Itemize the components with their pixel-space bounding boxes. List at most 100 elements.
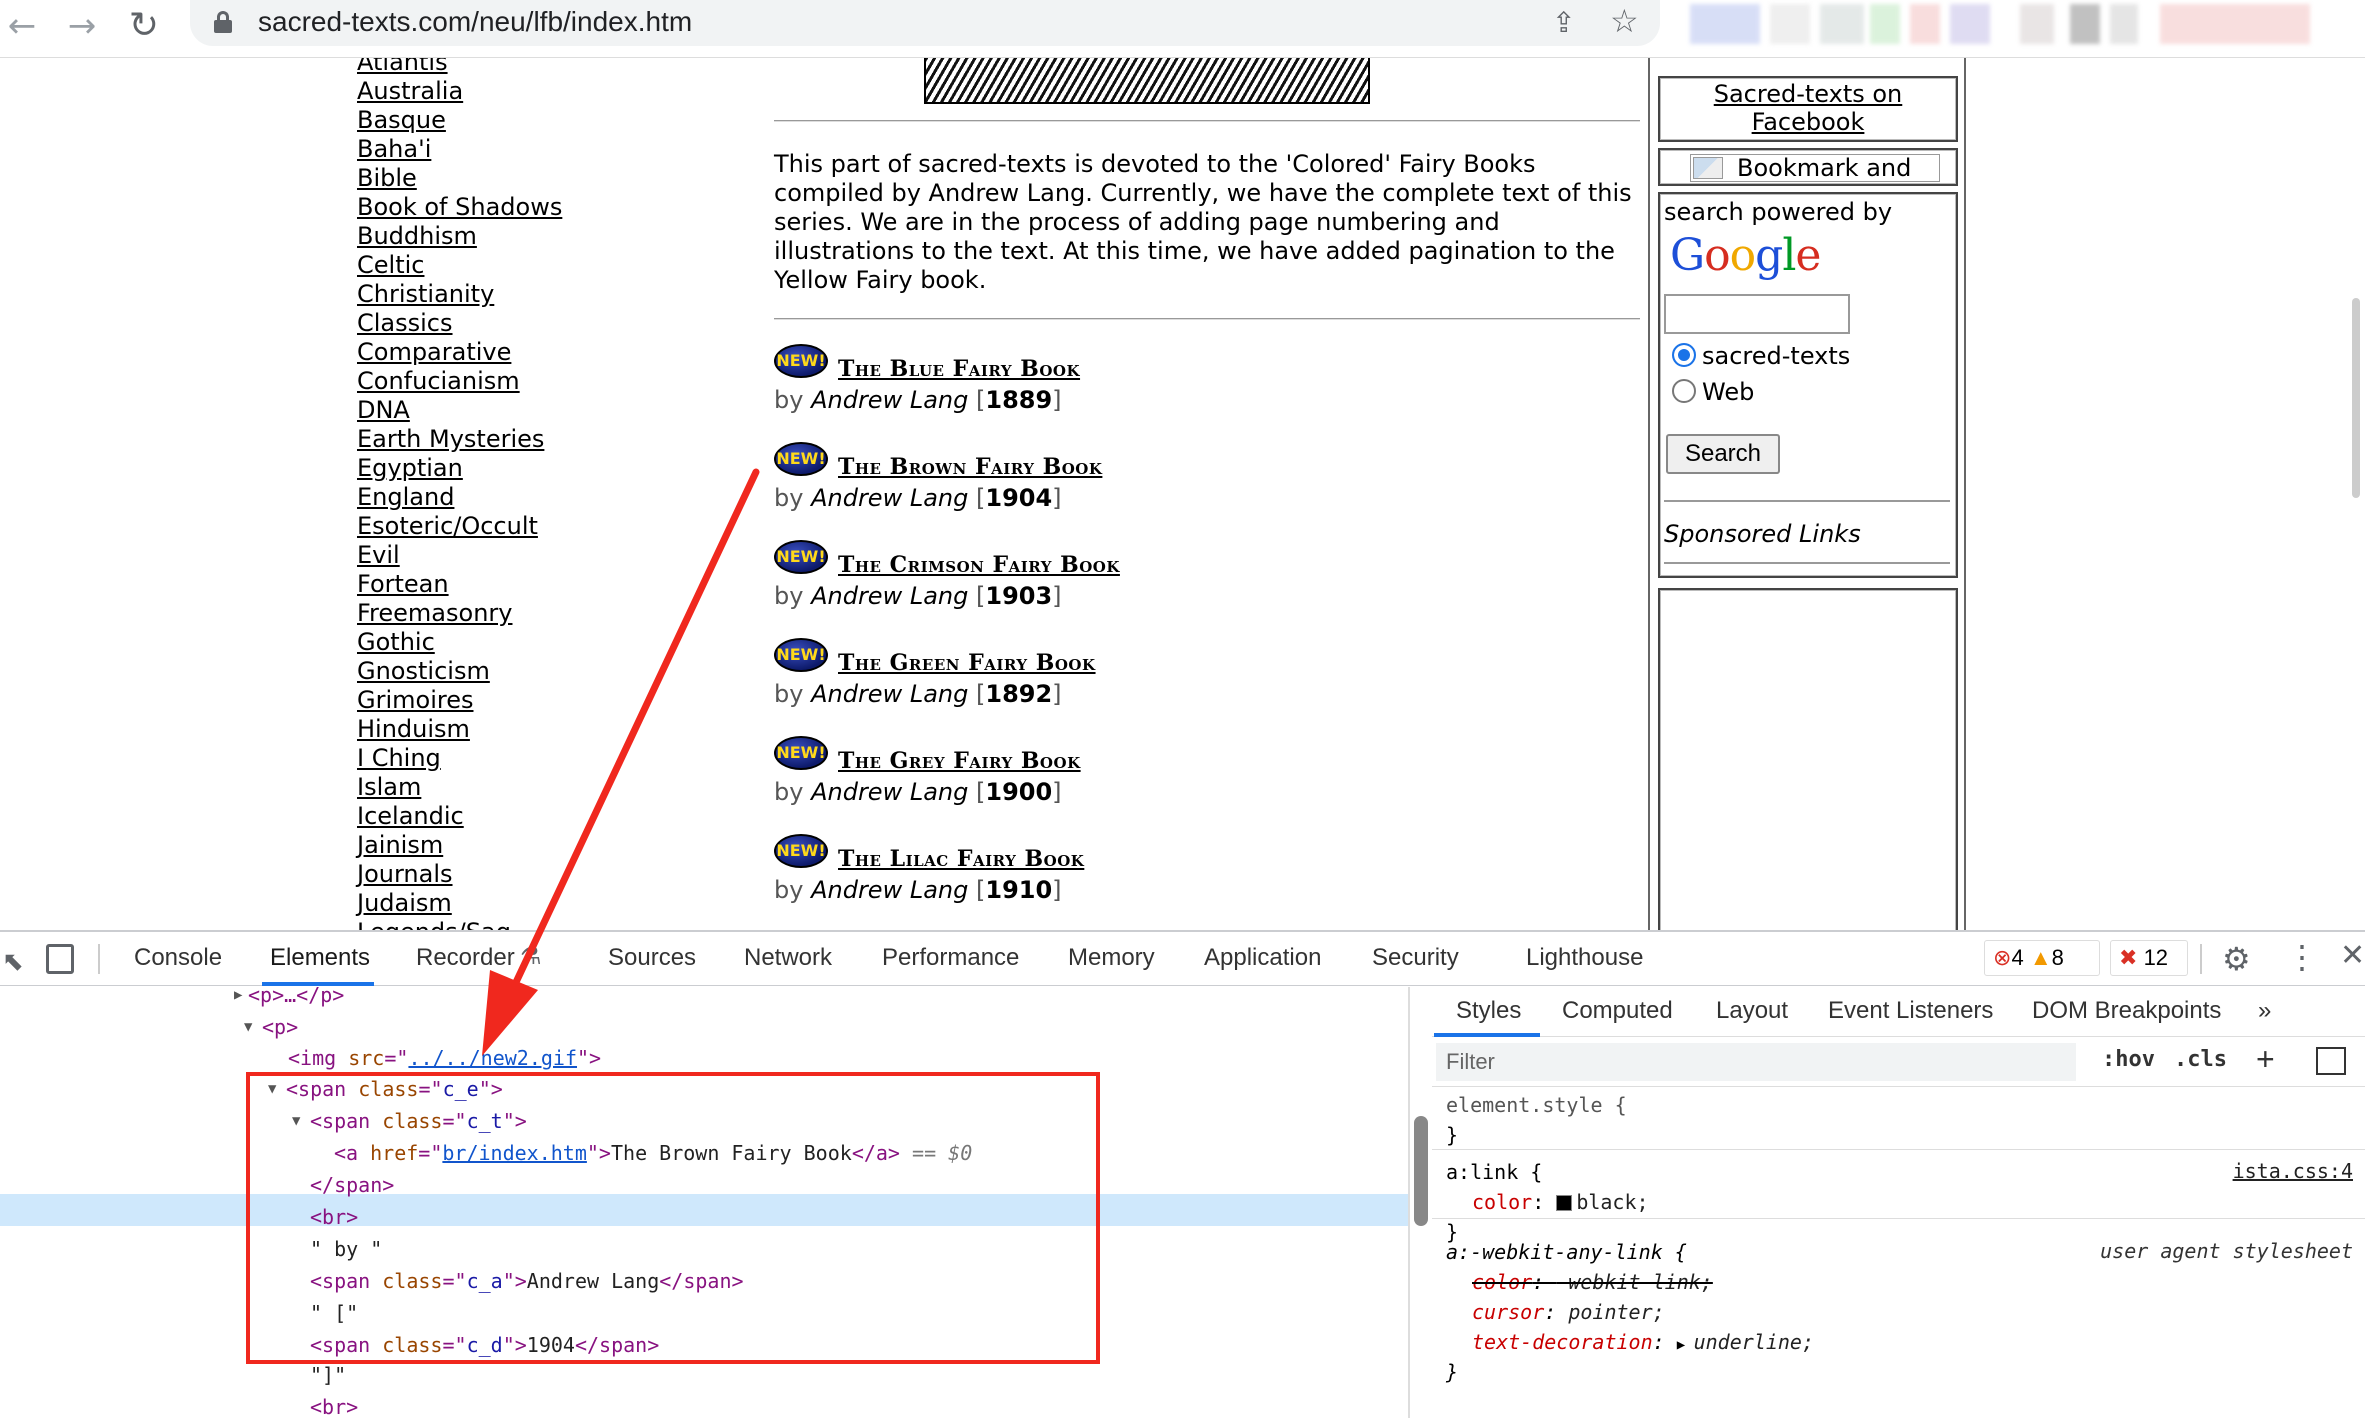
category-link[interactable]: Hinduism <box>357 715 562 744</box>
hov-toggle[interactable]: :hov <box>2102 1047 2155 1072</box>
issues-counter[interactable]: ✖ 12 <box>2110 940 2188 976</box>
category-link[interactable]: Jainism <box>357 831 562 860</box>
tab-application[interactable]: Application <box>1204 944 1321 972</box>
reload-icon[interactable]: ↻ <box>122 4 166 48</box>
dom-node-img[interactable]: <img src="../../new2.gif"> <box>288 1042 601 1074</box>
category-link[interactable]: Atlantis <box>357 58 562 77</box>
category-link[interactable]: Freemasonry <box>357 599 562 628</box>
category-link[interactable]: Celtic <box>357 251 562 280</box>
category-link[interactable]: Earth Mysteries <box>357 425 562 454</box>
category-link[interactable]: Book of Shadows <box>357 193 562 222</box>
tab-event-listeners[interactable]: Event Listeners <box>1828 997 1993 1025</box>
book-year: 1900 <box>985 778 1053 806</box>
category-link[interactable]: Fortean <box>357 570 562 599</box>
radio-checked-icon[interactable] <box>1672 343 1696 367</box>
book-title-link[interactable]: The Blue Fairy Book <box>838 356 1080 382</box>
color-swatch-icon[interactable] <box>1556 1195 1573 1211</box>
more-tabs-chevron-icon[interactable]: » <box>2258 997 2271 1025</box>
category-link[interactable]: Journals <box>357 860 562 889</box>
search-button[interactable]: Search <box>1666 434 1780 474</box>
tab-layout[interactable]: Layout <box>1716 997 1788 1025</box>
pane-divider[interactable] <box>1408 987 1410 1418</box>
book-title-link[interactable]: The Crimson Fairy Book <box>838 552 1120 578</box>
book-byline: by Andrew Lang [1904] <box>774 484 1062 512</box>
tab-security[interactable]: Security <box>1372 944 1459 972</box>
book-title-link[interactable]: The Lilac Fairy Book <box>838 846 1084 872</box>
tab-styles[interactable]: Styles <box>1456 997 1521 1025</box>
book-author: Andrew Lang <box>811 484 969 512</box>
close-icon[interactable]: ✕ <box>2340 938 2365 973</box>
styles-filter-input[interactable]: Filter <box>1436 1043 2076 1081</box>
address-bar[interactable]: sacred-texts.com/neu/lfb/index.htm ⇪ ☆ <box>190 0 1660 46</box>
category-link[interactable]: I Ching <box>357 744 562 773</box>
radio-sacred-texts[interactable]: sacred-texts <box>1672 342 1850 370</box>
category-link[interactable]: Basque <box>357 106 562 135</box>
category-link[interactable]: England <box>357 483 562 512</box>
tab-network[interactable]: Network <box>744 944 832 972</box>
radio-unchecked-icon[interactable] <box>1672 379 1696 403</box>
powered-by-label: search powered by <box>1664 198 1893 226</box>
toggle-sidebar-icon[interactable] <box>2316 1047 2346 1075</box>
tab-console[interactable]: Console <box>134 944 222 972</box>
category-link[interactable]: Legends/Sag <box>357 918 562 930</box>
device-toolbar-icon[interactable] <box>46 944 74 974</box>
category-link[interactable]: Christianity <box>357 280 562 309</box>
book-title-link[interactable]: The Green Fairy Book <box>838 650 1096 676</box>
book-year: 1903 <box>985 582 1053 610</box>
category-link[interactable]: Confucianism <box>357 367 562 396</box>
category-link[interactable]: Esoteric/Occult <box>357 512 562 541</box>
dom-node-p[interactable]: ▼ <p> <box>244 1011 298 1043</box>
elements-scrollbar[interactable] <box>1414 1116 1428 1226</box>
book-title-link[interactable]: The Grey Fairy Book <box>838 748 1081 774</box>
category-link[interactable]: Icelandic <box>357 802 562 831</box>
tab-recorder[interactable]: Recorder <box>416 944 515 972</box>
category-link[interactable]: Gothic <box>357 628 562 657</box>
search-input[interactable] <box>1664 294 1850 334</box>
tab-elements[interactable]: Elements <box>270 944 370 972</box>
tab-sources[interactable]: Sources <box>608 944 696 972</box>
category-link[interactable]: Australia <box>357 77 562 106</box>
category-link[interactable]: DNA <box>357 396 562 425</box>
category-link[interactable]: Judaism <box>357 889 562 918</box>
new-badge-icon: NEW! <box>774 834 828 868</box>
error-warning-counter[interactable]: ⊗4 ▲8 <box>1984 940 2100 976</box>
book-year: 1904 <box>985 484 1053 512</box>
tab-memory[interactable]: Memory <box>1068 944 1155 972</box>
book-title-link[interactable]: The Brown Fairy Book <box>838 454 1102 480</box>
tab-lighthouse[interactable]: Lighthouse <box>1526 944 1643 972</box>
category-link[interactable]: Egyptian <box>357 454 562 483</box>
inspect-element-icon[interactable]: ⬉ <box>2 946 24 977</box>
new-badge-icon: NEW! <box>774 736 828 770</box>
facebook-link[interactable]: Sacred-texts on Facebook <box>1660 80 1956 136</box>
category-link[interactable]: Baha'i <box>357 135 562 164</box>
category-link[interactable]: Comparative <box>357 338 562 367</box>
tab-computed[interactable]: Computed <box>1562 997 1673 1025</box>
bookmark-star-icon[interactable]: ☆ <box>1610 2 1639 40</box>
intro-paragraph: This part of sacred-texts is devoted to … <box>774 150 1632 294</box>
category-link[interactable]: Evil <box>357 541 562 570</box>
tab-performance[interactable]: Performance <box>882 944 1019 972</box>
page-scrollbar[interactable] <box>2352 298 2360 498</box>
category-link[interactable]: Classics <box>357 309 562 338</box>
tab-dom-breakpoints[interactable]: DOM Breakpoints <box>2032 997 2221 1025</box>
category-link[interactable]: Grimoires <box>357 686 562 715</box>
book-byline: by Andrew Lang [1892] <box>774 680 1062 708</box>
book-year: 1892 <box>985 680 1053 708</box>
cls-toggle[interactable]: .cls <box>2174 1047 2227 1072</box>
forward-arrow-icon[interactable]: → <box>60 4 104 48</box>
category-link[interactable]: Bible <box>357 164 562 193</box>
back-arrow-icon[interactable]: ← <box>0 4 44 48</box>
category-link[interactable]: Buddhism <box>357 222 562 251</box>
more-options-icon[interactable]: ⋮ <box>2286 938 2318 976</box>
settings-gear-icon[interactable]: ⚙ <box>2222 940 2251 978</box>
new-rule-plus-icon[interactable]: + <box>2256 1041 2275 1078</box>
category-link[interactable]: Islam <box>357 773 562 802</box>
category-link[interactable]: Gnosticism <box>357 657 562 686</box>
dom-node-p-collapsed[interactable]: ▶ <p>…</p> <box>234 987 344 1011</box>
share-icon[interactable]: ⇪ <box>1552 6 1575 39</box>
radio-web[interactable]: Web <box>1672 378 1754 406</box>
url-text[interactable]: sacred-texts.com/neu/lfb/index.htm <box>258 6 692 38</box>
stylesheet-source-link[interactable]: ista.css:4 <box>2233 1159 2353 1183</box>
dom-node-br[interactable]: <br> <box>310 1391 358 1418</box>
bookmark-button[interactable]: Bookmark and <box>1690 154 1940 182</box>
